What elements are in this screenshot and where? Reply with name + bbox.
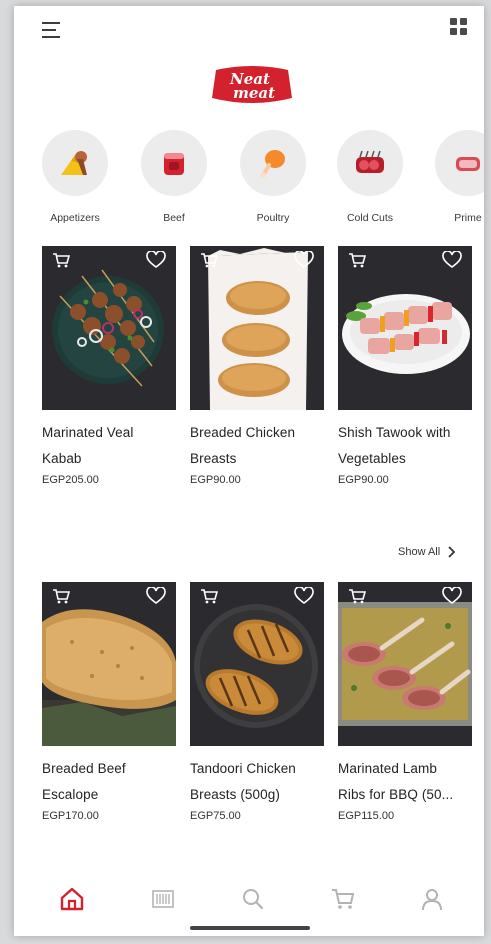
product-price: EGP75.00 — [190, 810, 241, 822]
product-name: Breaded Beef Escalope — [42, 761, 126, 802]
search-icon — [243, 889, 264, 910]
favorite-icon[interactable] — [146, 250, 166, 269]
cart-icon — [332, 889, 355, 909]
favorite-icon[interactable] — [294, 250, 314, 269]
product-card[interactable]: Marinated Lamb Ribs for BBQ (50... EGP11… — [338, 582, 472, 822]
product-name: Marinated Lamb Ribs for BBQ (50... — [338, 761, 454, 802]
product-card[interactable]: Shish Tawook with Vegetables EGP90.00 — [338, 246, 472, 486]
poultry-icon — [240, 130, 306, 196]
product-image[interactable] — [190, 246, 324, 410]
nav-profile[interactable] — [419, 886, 445, 912]
home-icon — [60, 887, 84, 911]
barcode-icon — [152, 890, 174, 908]
category-beef[interactable]: Beef — [134, 130, 214, 224]
category-label: Appetizers — [50, 212, 100, 224]
product-image[interactable] — [42, 246, 176, 410]
favorite-icon[interactable] — [442, 250, 462, 269]
product-price: EGP115.00 — [338, 810, 395, 822]
category-strip: Appetizers Beef Poultry Cold Cuts Prime — [14, 130, 484, 240]
product-image[interactable] — [338, 246, 472, 410]
favorite-icon[interactable] — [442, 586, 462, 605]
product-card[interactable]: Tandoori Chicken Breasts (500g) EGP75.00 — [190, 582, 324, 822]
nav-home[interactable] — [59, 886, 85, 912]
prime-icon — [435, 130, 484, 196]
home-indicator — [190, 926, 310, 930]
nav-barcode[interactable] — [150, 886, 176, 912]
beef-icon — [141, 130, 207, 196]
profile-icon — [422, 889, 442, 911]
product-image[interactable] — [42, 582, 176, 746]
top-bar — [14, 6, 484, 54]
category-label: Cold Cuts — [346, 212, 394, 224]
product-name: Marinated Veal Kabab — [42, 425, 134, 466]
nav-cart[interactable] — [330, 886, 356, 912]
add-to-cart-icon[interactable] — [52, 588, 71, 604]
category-label: Prime — [454, 212, 482, 224]
product-image[interactable] — [338, 582, 472, 746]
add-to-cart-icon[interactable] — [348, 588, 367, 604]
show-all-label: Show All — [398, 546, 441, 558]
category-cold-cuts[interactable]: Cold Cuts — [330, 130, 410, 224]
category-label: Poultry — [256, 212, 290, 224]
add-to-cart-icon[interactable] — [200, 252, 219, 268]
add-to-cart-icon[interactable] — [200, 588, 219, 604]
appetizers-icon — [42, 130, 108, 196]
add-to-cart-icon[interactable] — [52, 252, 71, 268]
product-price: EGP205.00 — [42, 474, 99, 486]
add-to-cart-icon[interactable] — [348, 252, 367, 268]
product-name: Breaded Chicken Breasts — [190, 425, 296, 466]
menu-icon[interactable] — [42, 20, 64, 40]
product-card[interactable]: Marinated Veal Kabab EGP205.00 — [42, 246, 176, 486]
show-all-link[interactable]: Show All — [398, 546, 456, 558]
product-name: Shish Tawook with Vegetables — [338, 425, 451, 466]
product-image[interactable] — [190, 582, 324, 746]
cold-cuts-icon — [337, 130, 403, 196]
product-name: Tandoori Chicken Breasts (500g) — [190, 761, 296, 802]
favorite-icon[interactable] — [294, 586, 314, 605]
favorite-icon[interactable] — [146, 586, 166, 605]
product-price: EGP170.00 — [42, 810, 99, 822]
category-label: Beef — [163, 212, 185, 224]
nav-search[interactable] — [240, 886, 266, 912]
category-poultry[interactable]: Poultry — [233, 130, 313, 224]
chevron-right-icon — [448, 546, 456, 558]
logo-text-line2: meat — [233, 84, 275, 102]
product-card[interactable]: Breaded Chicken Breasts EGP90.00 — [190, 246, 324, 486]
category-appetizers[interactable]: Appetizers — [35, 130, 115, 224]
product-price: EGP90.00 — [338, 474, 389, 486]
product-price: EGP90.00 — [190, 474, 241, 486]
app-screen: Neat meat Appetizers Beef Poultry Cold C… — [14, 6, 484, 936]
brand-logo: Neat meat — [210, 62, 294, 108]
category-prime[interactable]: Prime — [428, 130, 484, 224]
grid-view-icon[interactable] — [450, 18, 468, 36]
product-card[interactable]: Breaded Beef Escalope EGP170.00 — [42, 582, 176, 822]
